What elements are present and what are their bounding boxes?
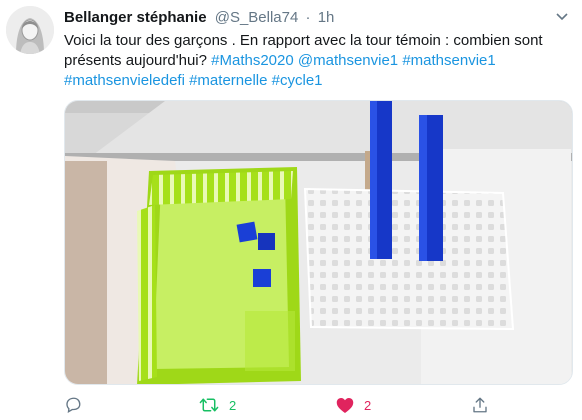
like-button[interactable]: 2 xyxy=(336,394,371,416)
author-handle[interactable]: @S_Bella74 xyxy=(215,9,299,26)
share-icon xyxy=(473,397,487,413)
reply-icon xyxy=(66,397,81,414)
hashtag-link[interactable]: #cycle1 xyxy=(272,72,323,89)
retweet-button[interactable]: 2 xyxy=(199,394,236,416)
timestamp[interactable]: 1h xyxy=(318,9,335,26)
retweet-count: 2 xyxy=(229,397,237,413)
tweet-header: Bellanger stéphanie @S_Bella74 · 1h xyxy=(64,9,334,26)
tweet-card[interactable]: Bellanger stéphanie @S_Bella74 · 1h Voic… xyxy=(0,0,582,420)
mention-link[interactable]: @mathsenvie1 xyxy=(298,52,398,69)
hashtag-link[interactable]: #Maths2020 xyxy=(211,52,294,69)
action-bar: 2 2 xyxy=(64,394,573,418)
separator-dot: · xyxy=(305,9,311,26)
reply-button[interactable] xyxy=(64,394,82,416)
author-name[interactable]: Bellanger stéphanie xyxy=(64,9,207,26)
hashtag-link[interactable]: #maternelle xyxy=(189,72,267,89)
chevron-down-icon[interactable] xyxy=(554,8,570,24)
heart-icon xyxy=(336,397,354,413)
tweet-text: Voici la tour des garçons . En rapport a… xyxy=(64,31,569,91)
retweet-icon xyxy=(199,398,219,412)
hashtag-link[interactable]: #mathsenvieledefi xyxy=(64,72,185,89)
share-button[interactable] xyxy=(471,394,489,416)
avatar[interactable] xyxy=(6,6,54,54)
like-count: 2 xyxy=(364,397,372,413)
tweet-photo[interactable] xyxy=(64,100,573,385)
hashtag-link[interactable]: #mathsenvie1 xyxy=(402,52,495,69)
